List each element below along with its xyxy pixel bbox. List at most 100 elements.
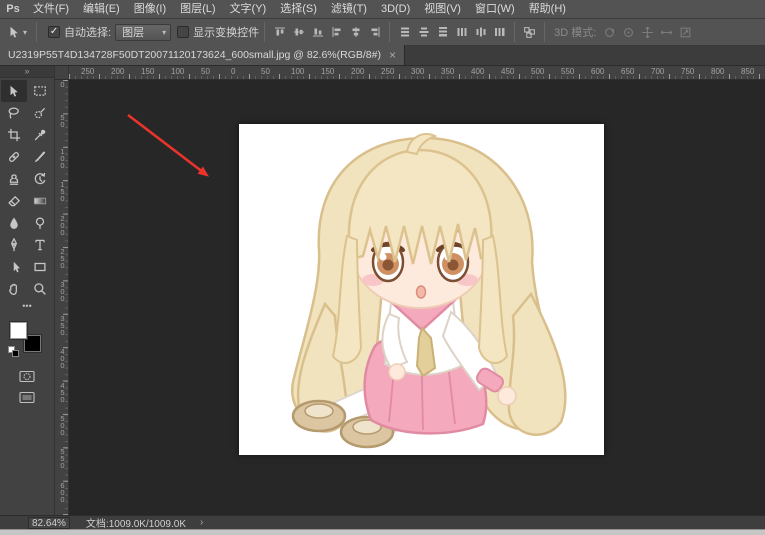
document-tab-bar: U2319P55T4D134728F50DT20071120173624_600… (0, 46, 765, 66)
gradient-tool-icon (33, 194, 47, 208)
ruler-number: 200 (351, 66, 381, 76)
vertical-ruler[interactable]: 050100150200250300350400450500550600 (55, 80, 69, 515)
rectangular-marquee-tool[interactable] (27, 80, 53, 102)
distribute-vertical-centers-button[interactable] (415, 25, 432, 40)
3d-scale-icon (677, 25, 694, 40)
align-vertical-centers-button[interactable] (290, 25, 307, 40)
menu-item[interactable]: 3D(D) (374, 0, 417, 19)
ruler-number: 400 (471, 66, 501, 76)
divider (36, 22, 37, 42)
align-bottom-edges-button[interactable] (309, 25, 326, 40)
color-swatches[interactable] (8, 320, 48, 358)
ruler-number: 750 (681, 66, 711, 76)
path-selection-tool-icon (7, 260, 21, 274)
rectangle-shape-tool[interactable] (27, 256, 53, 278)
brush-tool[interactable] (27, 146, 53, 168)
3d-mode-label: 3D 模式: (554, 24, 596, 40)
menu-item[interactable]: 图像(I) (127, 0, 173, 19)
show-transform-checkbox[interactable] (177, 26, 189, 38)
screen-mode-icon[interactable] (19, 391, 35, 404)
brush-tool-icon (33, 150, 47, 164)
clone-stamp-tool[interactable] (1, 168, 27, 190)
auto-align-layers-button[interactable] (521, 25, 538, 40)
quick-mask-icon[interactable] (19, 370, 35, 383)
foreground-color-swatch[interactable] (10, 322, 27, 339)
ruler-number: 100 (291, 66, 321, 76)
show-transform-label: 显示变换控件 (193, 24, 259, 40)
hand-tool[interactable] (1, 278, 27, 300)
zoom-level-field[interactable]: 82.64% (28, 517, 70, 529)
auto-select-value: 图层 (122, 24, 144, 40)
divider (514, 22, 515, 42)
dodge-tool[interactable] (27, 212, 53, 234)
eyedropper-tool-icon (33, 128, 47, 142)
path-selection-tool[interactable] (1, 256, 27, 278)
canvas-area[interactable] (69, 80, 765, 515)
distribute-horizontal-centers-button[interactable] (472, 25, 489, 40)
eraser-tool[interactable] (1, 190, 27, 212)
pen-tool-icon (7, 238, 21, 252)
photoshop-logo: Ps (0, 3, 26, 15)
tool-preset-picker[interactable]: ▾ (0, 25, 31, 39)
distribute-left-edges-button[interactable] (453, 25, 470, 40)
status-popup-chevron-icon[interactable]: › (200, 517, 203, 528)
ruler-number: 0 (231, 66, 261, 76)
edit-toolbar-button[interactable]: ••• (0, 300, 54, 314)
horizontal-type-tool[interactable] (27, 234, 53, 256)
default-colors-icon[interactable] (8, 346, 20, 358)
ruler-number: 500 (531, 66, 561, 76)
ruler-number: 450 (501, 66, 531, 76)
close-tab-icon[interactable]: × (389, 48, 396, 62)
move-tool[interactable] (1, 80, 27, 102)
menu-item[interactable]: 视图(V) (417, 0, 468, 19)
menu-item[interactable]: 文件(F) (26, 0, 76, 19)
lasso-tool[interactable] (1, 102, 27, 124)
document-size-info: 文档:1009.0K/1009.0K (86, 515, 186, 530)
align-horizontal-centers-button[interactable] (347, 25, 364, 40)
divider (389, 22, 390, 42)
distribute-bottom-edges-button[interactable] (434, 25, 451, 40)
clone-stamp-tool-icon (7, 172, 21, 186)
distribute-top-edges-button[interactable] (396, 25, 413, 40)
spot-healing-brush-tool[interactable] (1, 146, 27, 168)
tool-grid (0, 78, 54, 300)
menu-item[interactable]: 编辑(E) (76, 0, 127, 19)
menu-item[interactable]: 选择(S) (273, 0, 324, 19)
menu-item[interactable]: 帮助(H) (522, 0, 573, 19)
gradient-tool[interactable] (27, 190, 53, 212)
align-top-edges-button[interactable] (271, 25, 288, 40)
auto-select-dropdown[interactable]: 图层 ▾ (115, 24, 171, 41)
open-image[interactable] (239, 124, 604, 455)
toolbar-collapse-button[interactable]: » (0, 66, 54, 78)
crop-tool[interactable] (1, 124, 27, 146)
document-tab[interactable]: U2319P55T4D134728F50DT20071120173624_600… (0, 45, 405, 65)
chevron-down-icon: ▾ (23, 28, 27, 37)
align-left-edges-button[interactable] (328, 25, 345, 40)
type-tool-icon (33, 238, 47, 252)
eraser-tool-icon (7, 194, 21, 208)
eyedropper-tool[interactable] (27, 124, 53, 146)
horizontal-ruler[interactable]: 2502001501005005010015020025030035040045… (69, 66, 765, 80)
ruler-number: 50 (55, 113, 69, 146)
move-tool-icon (7, 84, 21, 98)
menu-item[interactable]: 滤镜(T) (324, 0, 374, 19)
horizontal-scrollbar[interactable] (0, 529, 765, 535)
quick-selection-tool[interactable] (27, 102, 53, 124)
auto-select-checkbox[interactable]: ✓ (48, 26, 60, 38)
tools-panel: » ••• (0, 66, 55, 515)
move-tool-icon (7, 25, 21, 39)
align-right-edges-button[interactable] (366, 25, 383, 40)
dodge-tool-icon (33, 216, 47, 230)
ruler-origin-corner[interactable] (55, 66, 69, 80)
distribute-right-edges-button[interactable] (491, 25, 508, 40)
ruler-number: 450 (55, 381, 69, 414)
menu-item[interactable]: 窗口(W) (468, 0, 522, 19)
menu-items: 文件(F)编辑(E)图像(I)图层(L)文字(Y)选择(S)滤镜(T)3D(D)… (26, 0, 573, 18)
zoom-tool[interactable] (27, 278, 53, 300)
menu-item[interactable]: 文字(Y) (223, 0, 274, 19)
menu-item[interactable]: 图层(L) (173, 0, 222, 19)
history-brush-tool[interactable] (27, 168, 53, 190)
pen-tool[interactable] (1, 234, 27, 256)
blur-tool[interactable] (1, 212, 27, 234)
ruler-number: 350 (55, 314, 69, 347)
